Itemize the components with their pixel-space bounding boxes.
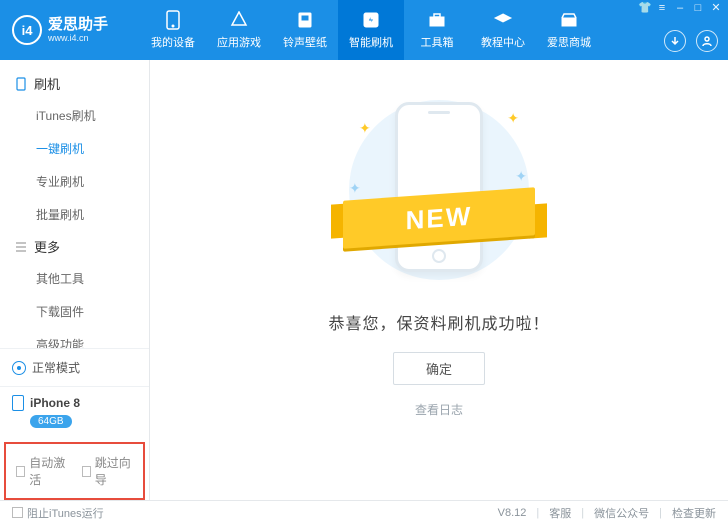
status-label: 正常模式: [32, 359, 80, 376]
checkbox-icon: [82, 466, 91, 477]
flash-options-highlighted: 自动激活 跳过向导: [4, 442, 145, 500]
maximize-icon[interactable]: □: [692, 3, 704, 15]
phone-icon: [163, 10, 183, 30]
checkbox-label: 自动激活: [29, 454, 67, 488]
sidebar-group-flash: 刷机: [0, 68, 149, 99]
nav-apps[interactable]: 应用游戏: [206, 0, 272, 60]
sidebar-group-label: 刷机: [34, 74, 60, 93]
sidebar-item-advanced[interactable]: 高级功能: [0, 328, 149, 348]
sidebar-item-batch-flash[interactable]: 批量刷机: [0, 198, 149, 231]
support-link[interactable]: 客服: [549, 505, 571, 521]
checkbox-icon: [12, 507, 23, 518]
success-message: 恭喜您，保资料刷机成功啦！: [328, 310, 549, 334]
sidebar-item-download-firmware[interactable]: 下载固件: [0, 295, 149, 328]
list-icon: [14, 240, 28, 254]
checkbox-label: 跳过向导: [95, 454, 133, 488]
music-icon: [295, 10, 315, 30]
wechat-link[interactable]: 微信公众号: [594, 505, 649, 521]
brand-url: www.i4.cn: [48, 33, 108, 43]
phone-icon: [12, 395, 24, 411]
status-dot-icon: [12, 361, 26, 375]
nav-tutorials[interactable]: 教程中心: [470, 0, 536, 60]
view-log-link[interactable]: 查看日志: [415, 401, 463, 418]
checkbox-label: 阻止iTunes运行: [27, 505, 104, 521]
nav-label: 教程中心: [481, 34, 525, 50]
nav-label: 应用游戏: [217, 34, 261, 50]
status-bar: 阻止iTunes运行 V8.12 | 客服 | 微信公众号 | 检查更新: [0, 500, 728, 524]
sidebar-item-one-click-flash[interactable]: 一键刷机: [0, 132, 149, 165]
window-controls: 👕 ≡ – □ ✕: [638, 3, 722, 15]
success-illustration: ✦ ✦ ✦ ✦ NEW: [329, 90, 549, 290]
nav-ringtones[interactable]: 铃声壁纸: [272, 0, 338, 60]
sidebar-group-label: 更多: [34, 237, 60, 256]
nav-flash[interactable]: 智能刷机: [338, 0, 404, 60]
download-icon[interactable]: [664, 30, 686, 52]
sidebar-item-itunes-flash[interactable]: iTunes刷机: [0, 99, 149, 132]
sidebar-item-other-tools[interactable]: 其他工具: [0, 262, 149, 295]
check-update-link[interactable]: 检查更新: [672, 505, 716, 521]
device-name: iPhone 8: [30, 396, 80, 410]
checkbox-auto-activate[interactable]: 自动激活: [16, 454, 68, 488]
version-label: V8.12: [498, 507, 527, 519]
user-icon[interactable]: [696, 30, 718, 52]
checkbox-block-itunes[interactable]: 阻止iTunes运行: [12, 505, 104, 521]
nav-shop[interactable]: 爱思商城: [536, 0, 602, 60]
checkbox-skip-guide[interactable]: 跳过向导: [82, 454, 134, 488]
close-icon[interactable]: ✕: [710, 3, 722, 15]
nav-label: 智能刷机: [349, 34, 393, 50]
nav-label: 铃声壁纸: [283, 34, 327, 50]
logo[interactable]: i4 爱思助手 www.i4.cn: [0, 0, 140, 60]
sidebar: 刷机 iTunes刷机 一键刷机 专业刷机 批量刷机 更多 其他工具 下载固件 …: [0, 60, 150, 500]
logo-icon: i4: [12, 15, 42, 45]
main-content: ✦ ✦ ✦ ✦ NEW 恭喜您，保资料刷机成功啦！ 确定 查看日志: [150, 60, 728, 500]
nav-label: 工具箱: [421, 34, 454, 50]
brand-name: 爱思助手: [48, 17, 108, 33]
minimize-icon[interactable]: –: [674, 3, 686, 15]
menu-icon[interactable]: ≡: [656, 3, 668, 15]
tutorial-icon: [493, 10, 513, 30]
device-capacity-badge: 64GB: [30, 415, 72, 428]
shop-icon: [559, 10, 579, 30]
toolbox-icon: [427, 10, 447, 30]
sidebar-item-pro-flash[interactable]: 专业刷机: [0, 165, 149, 198]
flash-icon: [361, 10, 381, 30]
nav-toolbox[interactable]: 工具箱: [404, 0, 470, 60]
nav-label: 爱思商城: [547, 34, 591, 50]
nav-my-device[interactable]: 我的设备: [140, 0, 206, 60]
apps-icon: [229, 10, 249, 30]
ok-button[interactable]: 确定: [393, 352, 485, 385]
nav-label: 我的设备: [151, 34, 195, 50]
sidebar-group-more: 更多: [0, 231, 149, 262]
phone-icon: [14, 77, 28, 91]
device-mode-status[interactable]: 正常模式: [0, 348, 149, 386]
checkbox-icon: [16, 466, 25, 477]
tshirt-icon[interactable]: 👕: [638, 3, 650, 15]
device-info[interactable]: iPhone 8 64GB: [0, 386, 149, 438]
app-header: i4 爱思助手 www.i4.cn 我的设备 应用游戏 铃声壁纸 智能刷机 工具…: [0, 0, 728, 60]
